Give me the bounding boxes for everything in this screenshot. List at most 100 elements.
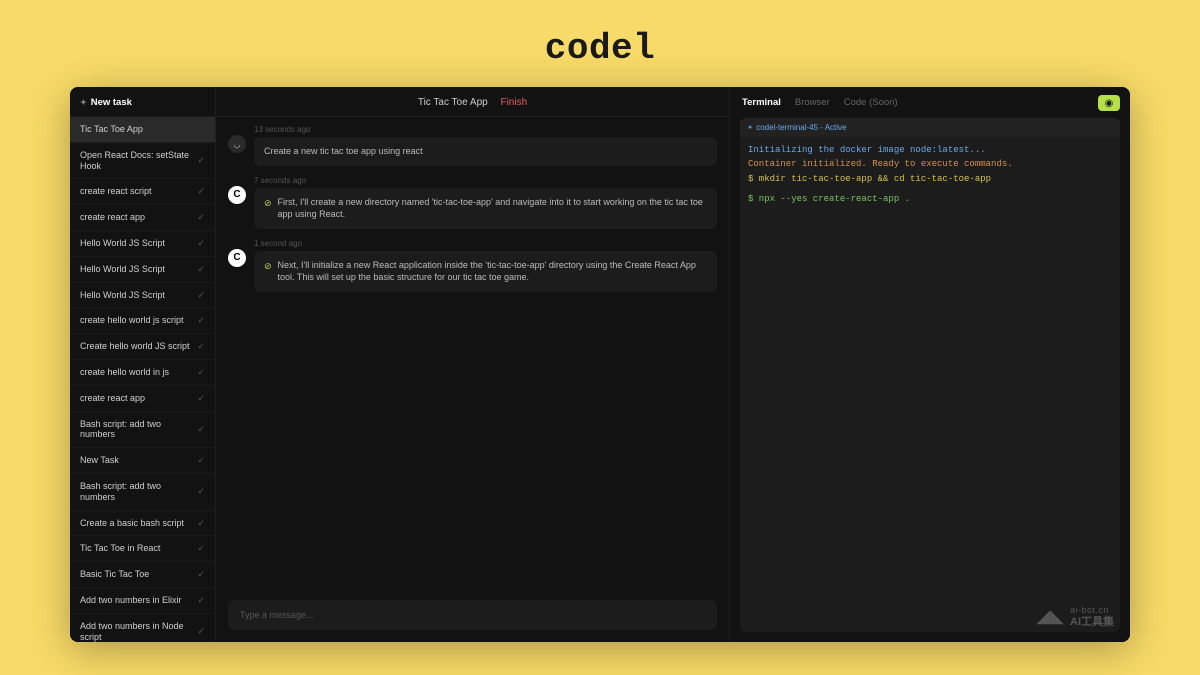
watermark-url: ai-bot.cn	[1070, 606, 1114, 616]
terminal-line: Container initialized. Ready to execute …	[748, 157, 1112, 171]
new-task-label: New task	[91, 97, 132, 108]
message-timestamp: 13 seconds ago	[254, 125, 717, 134]
sidebar-item[interactable]: Open React Docs: setState Hook✓	[70, 142, 215, 179]
terminal-line: $ npx --yes create-react-app .	[748, 192, 1112, 206]
message-bubble: Create a new tic tac toe app using react	[254, 137, 717, 166]
sparkle-icon: ✦	[80, 98, 87, 107]
ai-avatar: C	[228, 186, 246, 204]
check-icon: ✓	[197, 569, 205, 580]
sidebar-item-label: create react app	[80, 212, 145, 223]
sidebar-item[interactable]: Bash script: add two numbers✓	[70, 411, 215, 448]
sidebar-item-label: Basic Tic Tac Toe	[80, 569, 149, 580]
terminal-line: Initializing the docker image node:lates…	[748, 143, 1112, 157]
sidebar-item[interactable]: create react script ✓	[70, 178, 215, 204]
message-text: First, I'll create a new directory named…	[278, 196, 707, 221]
sidebar: ✦ New task Tic Tac Toe App Open React Doc…	[70, 87, 216, 642]
check-icon: ✓	[197, 238, 205, 249]
terminal-line: $ mkdir tic-tac-toe-app && cd tic-tac-to…	[748, 172, 1112, 186]
tab-code[interactable]: Code (Soon)	[844, 97, 898, 108]
right-tabs: Terminal Browser Code (Soon)	[730, 87, 1130, 114]
sidebar-item[interactable]: New Task ✓	[70, 447, 215, 473]
check-icon: ✓	[197, 595, 205, 606]
watermark: ◢◣ ai-bot.cn AI工具集	[1036, 606, 1114, 628]
user-avatar: ◡	[228, 135, 246, 153]
sidebar-item[interactable]: Tic Tac Toe App	[70, 116, 215, 142]
check-icon: ✓	[197, 155, 205, 166]
sidebar-item-label: Bash script: add two numbers	[80, 481, 197, 503]
terminal-title: codel-terminal-45 - Active	[756, 123, 846, 132]
sidebar-item[interactable]: Add two numbers in Node script✓	[70, 613, 215, 642]
chat-header: Tic Tac Toe App Finish	[216, 87, 729, 117]
chat-input-area[interactable]	[228, 600, 717, 630]
sidebar-item-label: create react script	[80, 186, 152, 197]
terminal-status-icon: ●	[748, 124, 752, 131]
sidebar-item[interactable]: Tic Tac Toe in React ✓	[70, 535, 215, 561]
message-bubble: ⊘First, I'll create a new directory name…	[254, 188, 717, 229]
terminal-box: ● codel-terminal-45 - Active Initializin…	[740, 118, 1120, 632]
sidebar-item-label: Tic Tac Toe App	[80, 124, 143, 135]
sidebar-item-label: Hello World JS Script	[80, 264, 165, 275]
check-icon: ✓	[197, 341, 205, 352]
sidebar-item-label: create react app	[80, 393, 145, 404]
message-text: Next, I'll initialize a new React applic…	[278, 259, 707, 284]
sidebar-item-label: create hello world js script	[80, 315, 184, 326]
tab-browser[interactable]: Browser	[795, 97, 830, 108]
sidebar-item[interactable]: create react app ✓	[70, 385, 215, 411]
message-text: Create a new tic tac toe app using react	[264, 146, 423, 156]
check-icon: ✓	[197, 543, 205, 554]
sidebar-item[interactable]: create hello world in js ✓	[70, 359, 215, 385]
message-timestamp: 1 second ago	[254, 239, 717, 248]
chat-panel: Tic Tac Toe App Finish ◡ 13 seconds ago Cr…	[216, 87, 730, 642]
sidebar-item[interactable]: Bash script: add two numbers✓	[70, 473, 215, 510]
finish-status: Finish	[500, 97, 527, 108]
new-task-button[interactable]: ✦ New task	[70, 87, 215, 116]
sidebar-item-label: create hello world in js	[80, 367, 169, 378]
sidebar-item[interactable]: Hello World JS Script ✓	[70, 256, 215, 282]
check-icon: ✓	[197, 212, 205, 223]
toggle-preview-button[interactable]: ◉	[1098, 95, 1120, 111]
sidebar-item[interactable]: create hello world js script ✓	[70, 307, 215, 333]
sidebar-item[interactable]: Basic Tic Tac Toe ✓	[70, 561, 215, 587]
app-window: ✦ New task Tic Tac Toe App Open React Doc…	[70, 87, 1130, 642]
success-icon: ⊘	[264, 260, 272, 273]
sidebar-item-label: Hello World JS Script	[80, 290, 165, 301]
ai-avatar: C	[228, 249, 246, 267]
check-icon: ✓	[197, 518, 205, 529]
check-icon: ✓	[197, 186, 205, 197]
sidebar-item-label: Add two numbers in Node script	[80, 621, 197, 642]
sidebar-item[interactable]: create react app ✓	[70, 204, 215, 230]
check-icon: ✓	[197, 486, 205, 497]
check-icon: ✓	[197, 367, 205, 378]
check-icon: ✓	[197, 455, 205, 466]
sidebar-item-label: Tic Tac Toe in React	[80, 543, 160, 554]
sidebar-item[interactable]: Hello World JS Script ✓	[70, 282, 215, 308]
check-icon: ✓	[197, 626, 205, 637]
check-icon: ✓	[197, 315, 205, 326]
right-panel: Terminal Browser Code (Soon) ◉ ● codel-ter…	[730, 87, 1130, 642]
check-icon: ✓	[197, 290, 205, 301]
sidebar-item-label: Hello World JS Script	[80, 238, 165, 249]
sidebar-item[interactable]: Hello World JS Script ✓	[70, 230, 215, 256]
message-input[interactable]	[240, 610, 705, 620]
sidebar-item-label: New Task	[80, 455, 119, 466]
terminal-titlebar: ● codel-terminal-45 - Active	[740, 118, 1120, 137]
check-icon: ✓	[197, 264, 205, 275]
check-icon: ✓	[197, 393, 205, 404]
chat-title: Tic Tac Toe App	[418, 97, 488, 108]
message-timestamp: 7 seconds ago	[254, 176, 717, 185]
chat-body: ◡ 13 seconds ago Create a new tic tac toe …	[216, 117, 729, 592]
watermark-label: AI工具集	[1070, 616, 1114, 628]
sidebar-item[interactable]: Add two numbers in Elixir ✓	[70, 587, 215, 613]
watermark-icon: ◢◣	[1036, 607, 1064, 627]
tab-terminal[interactable]: Terminal	[742, 97, 781, 108]
sidebar-item[interactable]: Create a basic bash script✓	[70, 510, 215, 536]
message-row: C 1 second ago ⊘ Next, I'll initialize a ne…	[228, 239, 717, 292]
check-icon: ✓	[197, 424, 205, 435]
sidebar-item-label: Add two numbers in Elixir	[80, 595, 182, 606]
sidebar-item-label: Bash script: add two numbers	[80, 419, 197, 441]
message-row: ◡ 13 seconds ago Create a new tic tac toe …	[228, 125, 717, 166]
eye-icon: ◉	[1105, 98, 1114, 109]
sidebar-item[interactable]: Create hello world JS script✓	[70, 333, 215, 359]
terminal-output[interactable]: Initializing the docker image node:lates…	[740, 137, 1120, 632]
message-row: C 7 seconds ago ⊘First, I'll create a new …	[228, 176, 717, 229]
